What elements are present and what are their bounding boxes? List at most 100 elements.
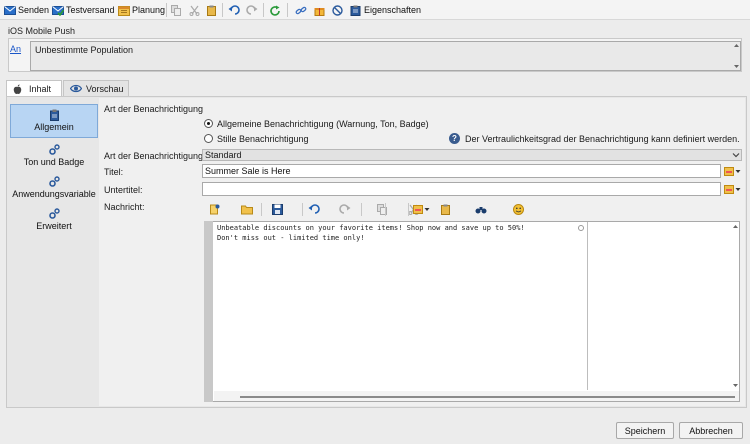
sidebar-item-label: Erweitert (36, 221, 72, 231)
delivery-title: iOS Mobile Push (8, 26, 76, 36)
tab-inhalt-label: Inhalt (29, 84, 52, 94)
sidebar-item-erweitert[interactable]: Erweitert (10, 204, 98, 234)
editor-toolbar-separator (385, 203, 386, 216)
toolbar-separator (166, 3, 167, 17)
editor-toolbar-separator (302, 203, 303, 216)
radio-silent-notification[interactable] (204, 134, 213, 143)
scissors-icon (189, 5, 200, 16)
notification-type-select[interactable]: Standard (202, 149, 742, 161)
undo-icon[interactable] (308, 204, 320, 215)
copy-button[interactable] (171, 2, 182, 18)
clipboard-icon (206, 5, 217, 16)
gears-icon (48, 208, 60, 219)
test-send-label: Testversand (66, 5, 115, 15)
gears-icon (48, 144, 60, 155)
sidebar-item-anwendungsvariable[interactable]: Anwendungsvariable (10, 172, 98, 202)
cut-button[interactable] (189, 2, 200, 18)
audience-value: Unbestimmte Population (35, 45, 134, 55)
block-icon (332, 4, 343, 16)
gears-icon (48, 176, 60, 187)
personalize-icon (413, 204, 423, 214)
send-button[interactable]: Senden (4, 2, 49, 18)
notification-type-value: Standard (205, 150, 242, 160)
notification-type-heading: Art der Benachrichtigung (104, 104, 204, 114)
paste-button[interactable] (206, 2, 217, 18)
undo-icon (228, 4, 240, 16)
audience-link[interactable]: An (10, 44, 21, 54)
schedule-label: Planung (132, 5, 166, 15)
chevron-down-icon (735, 169, 741, 173)
test-envelope-icon (52, 5, 65, 16)
toolbar-separator (222, 3, 223, 17)
title-label: Titel: (104, 167, 124, 177)
eye-icon (69, 83, 83, 94)
radio-silent-label: Stille Benachrichtigung (217, 134, 309, 144)
properties-icon (350, 5, 361, 16)
tab-inhalt[interactable]: Inhalt (6, 80, 62, 97)
audience-scrollbar[interactable] (733, 42, 740, 70)
gift-button[interactable] (314, 2, 325, 18)
folder-open-icon[interactable] (240, 204, 253, 215)
disable-button[interactable] (332, 2, 343, 18)
editor-right-margin (587, 222, 588, 390)
tab-vorschau[interactable]: Vorschau (63, 80, 129, 96)
notification-type-label: Art der Benachrichtigung: (104, 151, 206, 161)
editor-scroll-thumb[interactable] (240, 396, 735, 398)
save-button[interactable]: Speichern (616, 422, 674, 439)
clipboard-icon[interactable] (440, 204, 451, 215)
cancel-button[interactable]: Abbrechen (679, 422, 743, 439)
clipboard-icon (49, 109, 60, 121)
editor-toolbar-separator (261, 203, 262, 216)
schedule-button[interactable]: Planung (118, 2, 165, 18)
undo-button[interactable] (228, 2, 240, 18)
chevron-down-icon (424, 207, 430, 211)
editor-toolbar-separator (361, 203, 362, 216)
refresh-button[interactable] (269, 2, 280, 18)
audience-field[interactable]: Unbestimmte Population (30, 41, 741, 71)
smiley-icon[interactable] (512, 204, 524, 215)
copy-icon (171, 4, 182, 16)
sidebar-item-label: Anwendungsvariable (12, 189, 96, 199)
send-label: Senden (18, 5, 50, 15)
gift-icon (314, 5, 325, 16)
link-button[interactable] (295, 2, 307, 18)
help-icon[interactable]: ? (449, 133, 460, 144)
apple-icon (13, 84, 24, 95)
properties-label: Eigenschaften (364, 5, 422, 15)
editor-gutter (204, 221, 213, 402)
sidebar-item-label: Ton und Badge (23, 157, 85, 167)
message-text[interactable]: Unbeatable discounts on your favorite it… (217, 223, 585, 243)
toolbar: Senden Testversand Planung Eigenschaften (0, 0, 750, 20)
chevron-down-icon (735, 187, 741, 191)
refresh-icon (269, 5, 280, 16)
sidebar-item-label: Allgemein (34, 122, 74, 132)
subtitle-personalize-button[interactable] (724, 183, 744, 195)
title-personalize-button[interactable] (724, 165, 744, 177)
calendar-icon (118, 5, 130, 16)
subtitle-input[interactable] (202, 182, 721, 196)
new-document-icon[interactable] (209, 204, 220, 215)
toolbar-separator (263, 3, 264, 17)
title-value: Summer Sale is Here (205, 166, 291, 176)
save-icon[interactable] (272, 204, 284, 215)
title-input[interactable]: Summer Sale is Here (202, 164, 721, 178)
editor-vertical-scrollbar[interactable] (731, 222, 740, 390)
subtitle-label: Untertitel: (104, 185, 143, 195)
sidebar-item-ton-und-badge[interactable]: Ton und Badge (10, 140, 98, 170)
help-text: Der Vertraulichkeitsgrad der Benachricht… (465, 134, 740, 144)
redo-icon (246, 4, 258, 16)
message-editor-toolbar (204, 200, 740, 218)
redo-button[interactable] (246, 2, 258, 18)
personalize-icon (724, 184, 734, 194)
test-send-button[interactable]: Testversand (52, 2, 115, 18)
radio-general-notification[interactable] (204, 119, 213, 128)
message-editor[interactable] (204, 221, 740, 402)
binoculars-icon[interactable] (475, 204, 487, 215)
sidebar-item-allgemein[interactable]: Allgemein (10, 104, 98, 138)
properties-button[interactable]: Eigenschaften (350, 2, 421, 18)
chevron-down-icon[interactable] (731, 150, 741, 160)
message-label: Nachricht: (104, 202, 145, 212)
message-personalize-button[interactable] (413, 203, 433, 215)
editor-toolbar-separator (408, 203, 409, 216)
redo-icon[interactable] (339, 204, 351, 215)
